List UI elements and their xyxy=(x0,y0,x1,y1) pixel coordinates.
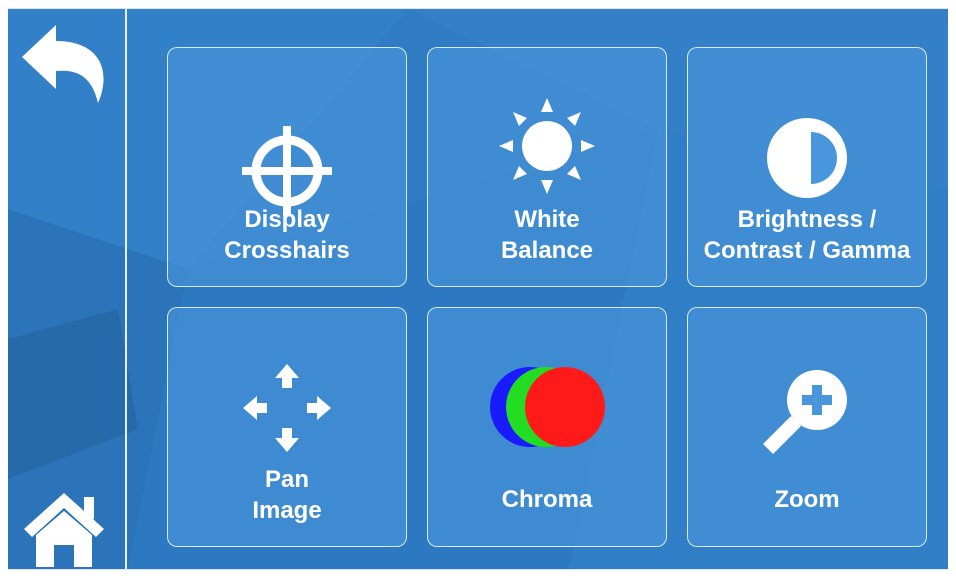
back-button[interactable] xyxy=(8,9,127,119)
tile-label: Zoom xyxy=(774,486,840,513)
tile-zoom[interactable]: Zoom xyxy=(687,307,927,547)
contrast-icon xyxy=(767,118,847,198)
tile-pan-image[interactable]: Pan Image xyxy=(167,307,407,547)
tile-label: Chroma xyxy=(501,486,593,513)
sun-icon xyxy=(499,98,595,194)
tile-white-balance[interactable]: White Balance xyxy=(427,47,667,287)
camera-settings-screen: Display Crosshairs White Balance Brightn… xyxy=(8,8,948,570)
tile-label: Brightness / Contrast / Gamma xyxy=(703,206,911,264)
tile-label: Display Crosshairs xyxy=(224,206,350,264)
tile-label: White Balance xyxy=(500,206,594,264)
move-arrows-icon xyxy=(243,364,331,452)
back-arrow-icon xyxy=(22,25,104,103)
home-button[interactable] xyxy=(8,461,127,569)
tile-display-crosshairs[interactable]: Display Crosshairs xyxy=(167,47,407,287)
sidebar xyxy=(8,9,127,569)
tile-brightness-contrast-gamma[interactable]: Brightness / Contrast / Gamma xyxy=(687,47,927,287)
tile-chroma[interactable]: Chroma xyxy=(427,307,667,547)
tile-label: Pan Image xyxy=(252,466,322,524)
rgb-circles-icon xyxy=(490,367,605,447)
zoom-in-icon xyxy=(763,370,847,454)
home-icon xyxy=(24,493,104,567)
